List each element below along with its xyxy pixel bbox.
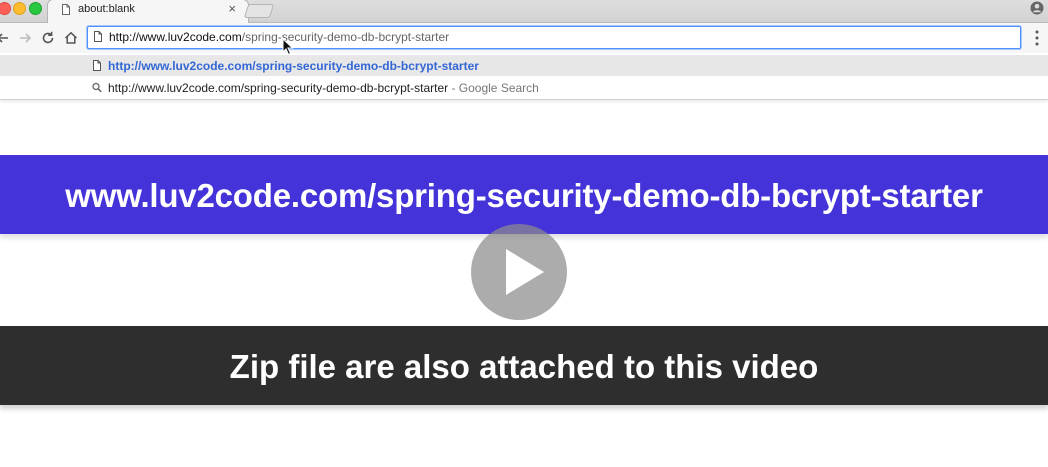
reload-icon[interactable] [40, 30, 56, 46]
screen: about:blank × http://www.luv2code.com/sp… [0, 0, 1048, 467]
caption-text: Zip file are also attached to this video [229, 348, 819, 385]
suggestion-text: http://www.luv2code.com/spring-security-… [108, 81, 539, 95]
close-window-button[interactable] [0, 2, 11, 15]
suggestion-url: http://www.luv2code.com/spring-security-… [108, 59, 479, 73]
menu-icon[interactable] [1035, 30, 1039, 46]
tab-title: about:blank [78, 3, 135, 15]
suggestion-query: http://www.luv2code.com/spring-security-… [108, 81, 449, 95]
url-path: /spring-security-demo-db-bcrypt-starter [241, 30, 450, 44]
url-banner: www.luv2code.com/spring-security-demo-db… [0, 155, 1048, 234]
mouse-cursor-icon [282, 38, 294, 56]
suggestion-item[interactable]: http://www.luv2code.com/spring-security-… [0, 77, 1048, 98]
play-button[interactable] [471, 224, 567, 320]
suggestion-suffix: - Google Search [448, 81, 539, 95]
address-bar-url[interactable]: http://www.luv2code.com/spring-security-… [109, 30, 449, 44]
caption-banner: Zip file are also attached to this video [0, 326, 1048, 405]
profile-icon[interactable] [1030, 1, 1044, 15]
new-tab-button[interactable] [243, 4, 275, 18]
page-icon [62, 4, 70, 15]
tab-close-icon[interactable]: × [228, 1, 236, 16]
suggestion-text: http://www.luv2code.com/spring-security-… [108, 59, 479, 73]
banner-url-text: www.luv2code.com/spring-security-demo-db… [65, 177, 983, 214]
minimize-window-button[interactable] [13, 2, 26, 15]
suggestion-item[interactable]: http://www.luv2code.com/spring-security-… [0, 55, 1048, 76]
tab-about-blank[interactable]: about:blank × [47, 0, 249, 23]
search-icon [92, 82, 102, 93]
page-icon [93, 60, 101, 71]
play-icon [506, 249, 544, 295]
url-host: http://www.luv2code.com [109, 30, 242, 44]
home-icon[interactable] [63, 30, 79, 46]
back-arrow-icon[interactable] [0, 30, 11, 46]
browser-toolbar: http://www.luv2code.com/spring-security-… [0, 23, 1048, 53]
forward-arrow-icon[interactable] [17, 30, 33, 46]
address-suggestions-dropdown: http://www.luv2code.com/spring-security-… [0, 53, 1048, 100]
address-bar[interactable]: http://www.luv2code.com/spring-security-… [87, 26, 1021, 49]
zoom-window-button[interactable] [29, 2, 42, 15]
tab-strip: about:blank × [0, 0, 1048, 23]
page-icon [94, 31, 102, 42]
